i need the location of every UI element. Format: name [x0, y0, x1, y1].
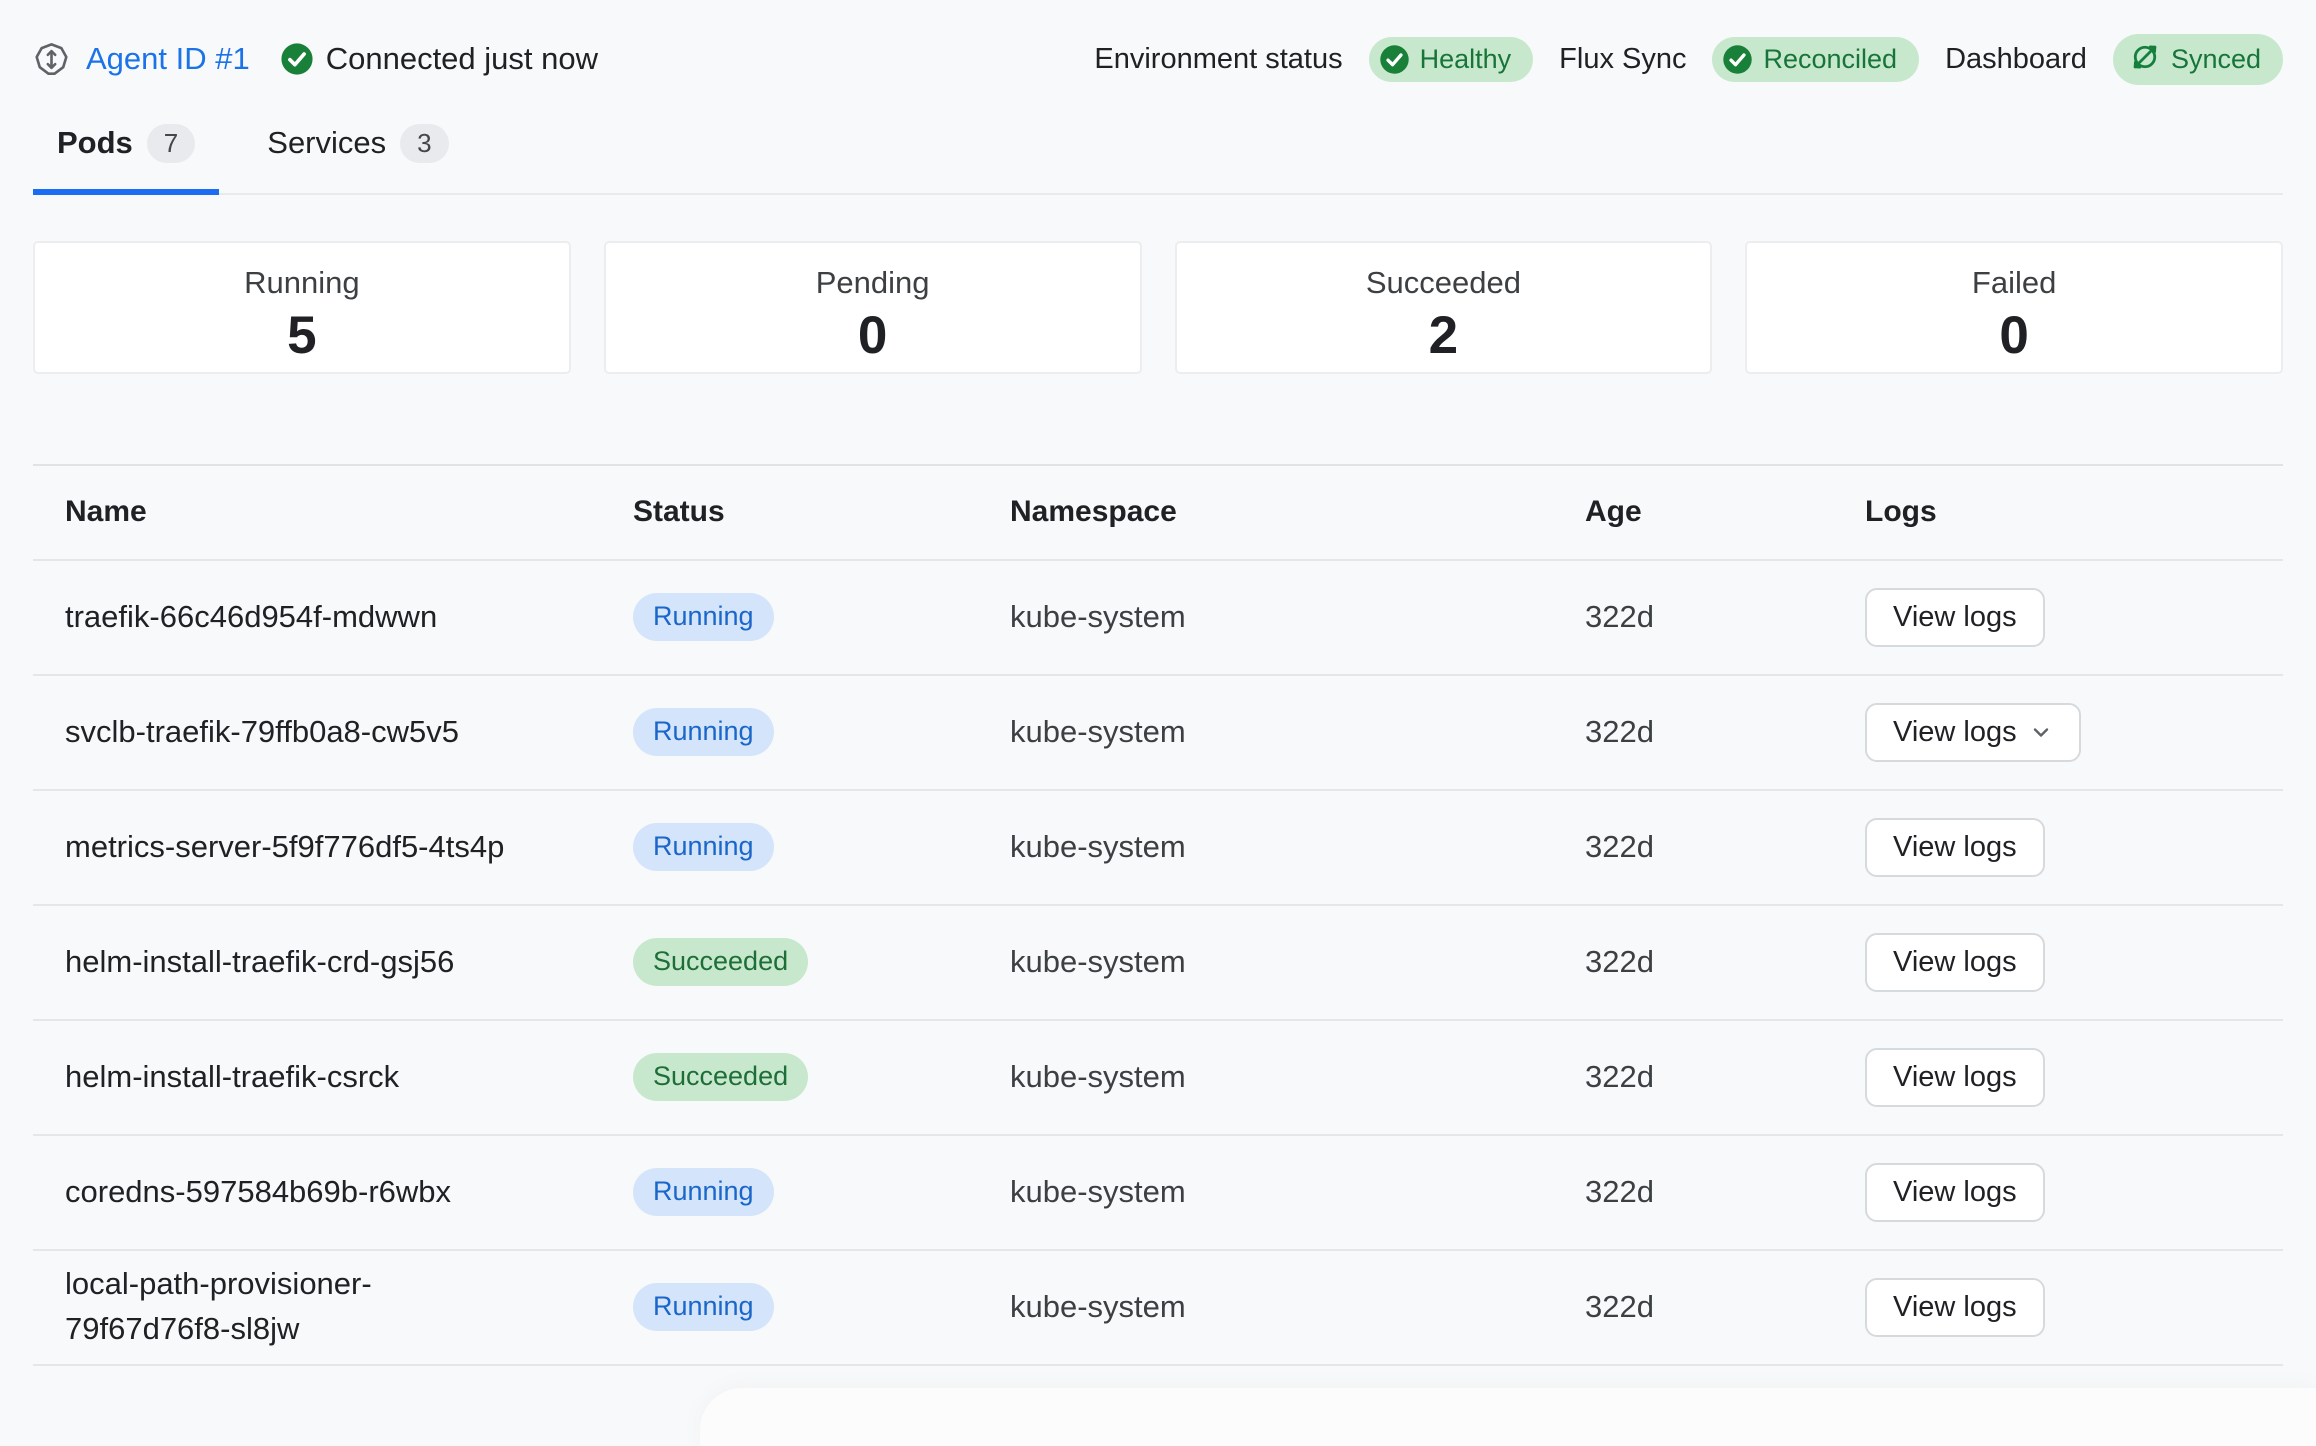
status-badge: Running: [633, 593, 774, 641]
status-badge: Running: [633, 1168, 774, 1216]
table-row: metrics-server-5f9f776df5-4ts4p Running …: [33, 791, 2283, 906]
view-logs-button[interactable]: View logs: [1865, 1048, 2045, 1107]
pod-namespace: kube-system: [1010, 944, 1585, 980]
pod-name: metrics-server-5f9f776df5-4ts4p: [33, 825, 633, 870]
connected-check-icon: [280, 42, 314, 76]
healthy-badge: Healthy: [1369, 37, 1534, 82]
top-bar: Agent ID #1 Connected just now Environme…: [33, 0, 2283, 86]
connected-status: Connected just now: [326, 41, 598, 77]
agent-id-link[interactable]: Agent ID #1: [86, 41, 250, 77]
succeeded-count: 2: [1177, 305, 1711, 366]
pods-count-badge: 7: [147, 124, 195, 163]
pod-namespace: kube-system: [1010, 599, 1585, 635]
tab-pods[interactable]: Pods 7: [33, 106, 219, 195]
pod-name: helm-install-traefik-crd-gsj56: [33, 940, 633, 985]
table-row: coredns-597584b69b-r6wbx Running kube-sy…: [33, 1136, 2283, 1251]
column-header-namespace: Namespace: [1010, 495, 1585, 529]
stat-card-failed: Failed 0: [1745, 241, 2283, 374]
dashboard-label: Dashboard: [1945, 43, 2087, 76]
view-logs-button[interactable]: View logs: [1865, 588, 2045, 647]
pod-age: 322d: [1585, 1174, 1865, 1210]
pod-namespace: kube-system: [1010, 1174, 1585, 1210]
status-badge: Succeeded: [633, 1053, 808, 1101]
column-header-age: Age: [1585, 495, 1865, 529]
check-circle-icon: [1379, 44, 1410, 75]
sync-slashed-circle-icon: [2129, 41, 2161, 78]
table-row: traefik-66c46d954f-mdwwn Running kube-sy…: [33, 561, 2283, 676]
pod-age: 322d: [1585, 1289, 1865, 1325]
synced-badge: Synced: [2113, 34, 2283, 85]
view-logs-button[interactable]: View logs: [1865, 933, 2045, 992]
pod-name: traefik-66c46d954f-mdwwn: [33, 595, 633, 640]
environment-status-label: Environment status: [1094, 43, 1342, 76]
check-circle-icon: [1722, 44, 1753, 75]
pod-name: svclb-traefik-79ffb0a8-cw5v5: [33, 710, 633, 755]
view-logs-button[interactable]: View logs: [1865, 1278, 2045, 1337]
pod-age: 322d: [1585, 829, 1865, 865]
pod-stats-row: Running 5 Pending 0 Succeeded 2 Failed 0: [33, 241, 2283, 374]
column-header-name: Name: [33, 495, 633, 529]
view-logs-button[interactable]: View logs: [1865, 818, 2045, 877]
column-header-status: Status: [633, 495, 1010, 529]
status-badge: Running: [633, 708, 774, 756]
table-row: local-path-provisioner-79f67d76f8-sl8jw …: [33, 1251, 2283, 1366]
view-logs-button[interactable]: View logs: [1865, 1163, 2045, 1222]
reconciled-badge: Reconciled: [1712, 37, 1919, 82]
view-logs-button[interactable]: View logs: [1865, 703, 2081, 762]
tab-bar: Pods 7 Services 3: [33, 106, 2283, 195]
pod-namespace: kube-system: [1010, 1059, 1585, 1095]
bottom-panel-edge: [700, 1388, 2316, 1446]
pod-name: helm-install-traefik-csrck: [33, 1055, 633, 1100]
pod-namespace: kube-system: [1010, 829, 1585, 865]
running-count: 5: [35, 305, 569, 366]
table-header-row: Name Status Namespace Age Logs: [33, 464, 2283, 561]
pod-namespace: kube-system: [1010, 1289, 1585, 1325]
stat-card-running: Running 5: [33, 241, 571, 374]
chevron-down-icon: [2029, 720, 2053, 744]
status-badge: Running: [633, 1283, 774, 1331]
pod-age: 322d: [1585, 1059, 1865, 1095]
flux-sync-label: Flux Sync: [1559, 43, 1686, 76]
table-row: svclb-traefik-79ffb0a8-cw5v5 Running kub…: [33, 676, 2283, 791]
stat-card-succeeded: Succeeded 2: [1175, 241, 1713, 374]
status-badge: Running: [633, 823, 774, 871]
agent-hexagon-arrows-icon: [33, 41, 70, 78]
tab-services[interactable]: Services 3: [243, 106, 472, 195]
pod-age: 322d: [1585, 714, 1865, 750]
column-header-logs: Logs: [1865, 495, 2283, 529]
pod-name: local-path-provisioner-79f67d76f8-sl8jw: [33, 1262, 633, 1352]
pod-age: 322d: [1585, 599, 1865, 635]
table-row: helm-install-traefik-crd-gsj56 Succeeded…: [33, 906, 2283, 1021]
pods-table: Name Status Namespace Age Logs traefik-6…: [33, 464, 2283, 1366]
failed-count: 0: [1747, 305, 2281, 366]
status-badge: Succeeded: [633, 938, 808, 986]
table-row: helm-install-traefik-csrck Succeeded kub…: [33, 1021, 2283, 1136]
pod-age: 322d: [1585, 944, 1865, 980]
pod-namespace: kube-system: [1010, 714, 1585, 750]
pod-name: coredns-597584b69b-r6wbx: [33, 1170, 633, 1215]
stat-card-pending: Pending 0: [604, 241, 1142, 374]
services-count-badge: 3: [400, 124, 448, 163]
pending-count: 0: [606, 305, 1140, 366]
